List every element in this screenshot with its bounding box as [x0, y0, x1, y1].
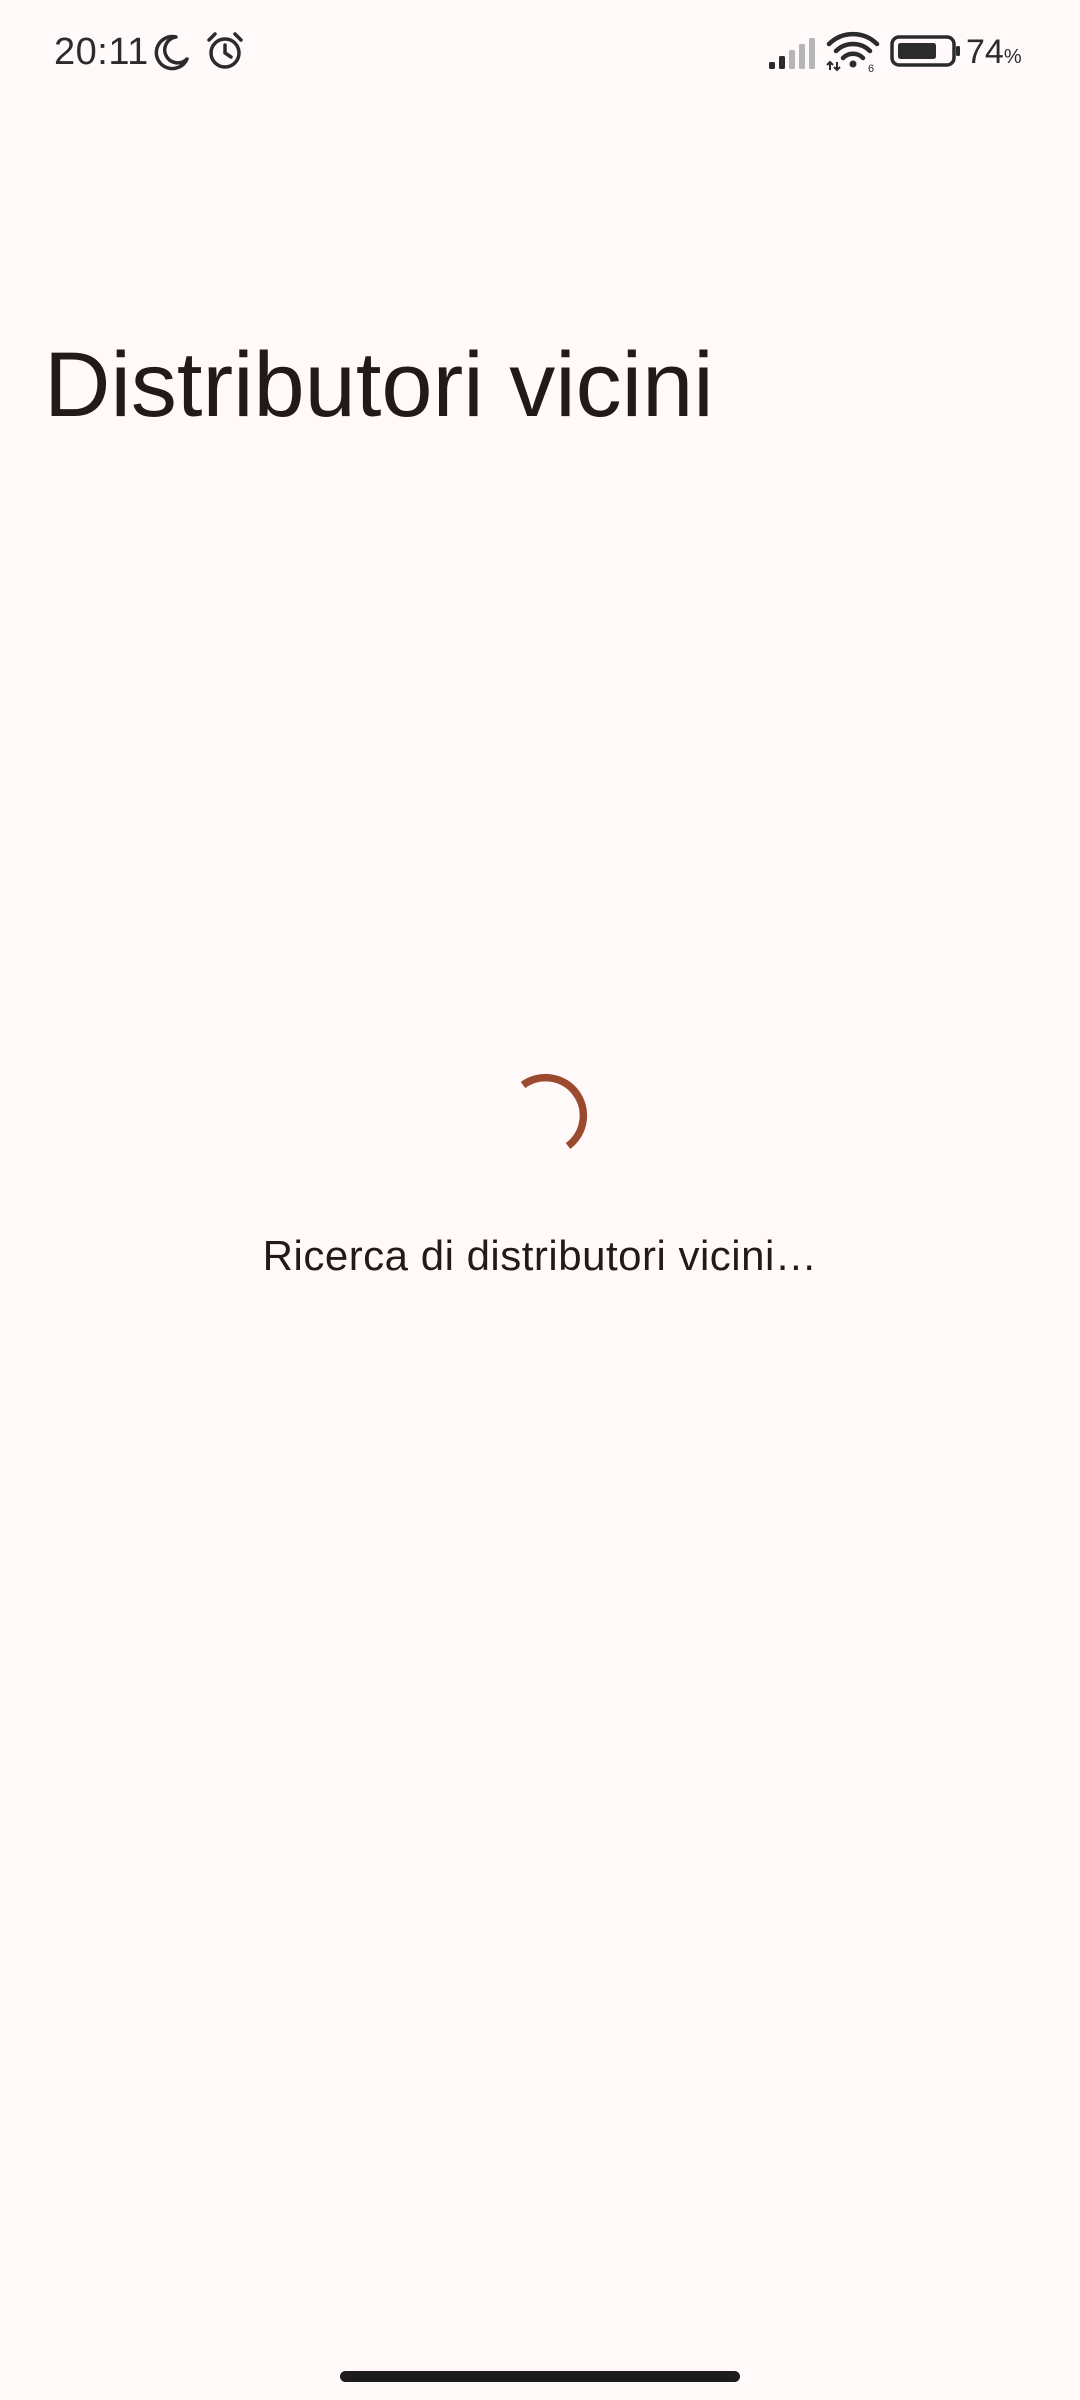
battery-level: 74: [966, 33, 1004, 71]
battery-percentage: 74%: [966, 30, 1022, 79]
battery-unit: %: [1003, 46, 1022, 68]
wifi-label: 6: [868, 63, 874, 72]
loading-spinner: [520, 1073, 588, 1150]
signal-icon: [769, 38, 815, 69]
app-screen: 20:11 6 74% Distributori vicini Ricerca …: [0, 0, 1080, 2400]
page-title: Distributori vicini: [44, 334, 714, 436]
navigation-gesture-bar[interactable]: [340, 2371, 740, 2382]
battery-icon: [890, 35, 960, 67]
status-time: 20:11: [54, 31, 149, 73]
status-bar: 20:11 6 74%: [0, 0, 1080, 104]
loading-text: Ricerca di distributori vicini…: [262, 1232, 818, 1279]
moon-icon: [154, 34, 189, 71]
wifi-icon: 6: [826, 31, 880, 72]
alarm-icon: [207, 32, 243, 69]
